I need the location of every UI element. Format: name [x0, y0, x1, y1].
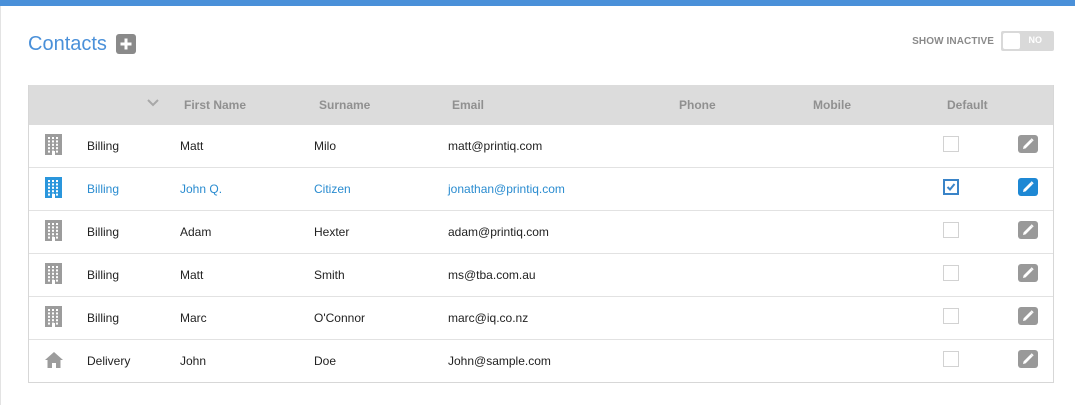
building-icon	[45, 177, 62, 201]
table-header: First Name Surname Email Phone Mobile De…	[29, 85, 1053, 125]
contact-type: Billing	[87, 268, 120, 282]
column-header-email[interactable]: Email	[452, 98, 484, 112]
edit-button[interactable]	[1018, 264, 1038, 282]
column-header-mobile[interactable]: Mobile	[813, 98, 851, 112]
toggle-knob	[1003, 33, 1020, 49]
chevron-down-icon[interactable]	[147, 99, 159, 107]
email: ms@tba.com.au	[448, 268, 536, 282]
table-row[interactable]: Billing Adam Hexter adam@printiq.com	[29, 210, 1053, 253]
table-row[interactable]: Billing Marc O'Connor marc@iq.co.nz	[29, 296, 1053, 339]
building-icon	[45, 306, 62, 330]
default-checkbox[interactable]	[943, 351, 959, 367]
column-header-surname[interactable]: Surname	[319, 98, 370, 112]
surname: Smith	[314, 268, 345, 282]
top-accent-bar	[0, 0, 1075, 6]
pencil-icon	[1022, 181, 1034, 193]
surname: Citizen	[314, 182, 351, 196]
left-border	[0, 6, 1, 405]
pencil-icon	[1022, 353, 1034, 365]
email: matt@printiq.com	[448, 139, 543, 153]
column-header-default[interactable]: Default	[947, 98, 988, 112]
edit-button[interactable]	[1018, 135, 1038, 153]
table-body: Billing Matt Milo matt@printiq.com Billing Jo…	[29, 125, 1053, 382]
show-inactive-toggle[interactable]: NO	[1001, 31, 1054, 51]
default-checkbox[interactable]	[943, 222, 959, 238]
pencil-icon	[1022, 224, 1034, 236]
edit-button[interactable]	[1018, 178, 1038, 196]
pencil-icon	[1022, 310, 1034, 322]
contact-type: Billing	[87, 311, 120, 325]
building-icon	[45, 134, 62, 158]
email: marc@iq.co.nz	[448, 311, 529, 325]
show-inactive-label: SHOW INACTIVE	[912, 35, 994, 47]
edit-button[interactable]	[1018, 307, 1038, 325]
first-name: Matt	[180, 268, 204, 282]
surname: Doe	[314, 354, 337, 368]
pencil-icon	[1022, 138, 1034, 150]
page-header: Contacts	[28, 32, 136, 56]
email: jonathan@printiq.com	[448, 182, 565, 196]
contacts-table: First Name Surname Email Phone Mobile De…	[28, 85, 1054, 383]
default-checkbox[interactable]	[943, 265, 959, 281]
home-icon	[44, 351, 64, 372]
contact-type: Billing	[87, 139, 120, 153]
contact-type: Billing	[87, 225, 120, 239]
pencil-icon	[1022, 267, 1034, 279]
first-name: John Q.	[180, 182, 223, 196]
add-contact-button[interactable]	[115, 34, 136, 54]
show-inactive-control: SHOW INACTIVE NO	[912, 31, 1054, 51]
first-name: Matt	[180, 139, 204, 153]
table-row[interactable]: Billing Matt Milo matt@printiq.com	[29, 125, 1053, 167]
table-row[interactable]: Billing Matt Smith ms@tba.com.au	[29, 253, 1053, 296]
email: John@sample.com	[448, 354, 551, 368]
table-row[interactable]: Billing John Q. Citizen jonathan@printiq.co…	[29, 167, 1053, 210]
surname: Milo	[314, 139, 337, 153]
column-header-phone[interactable]: Phone	[679, 98, 716, 112]
first-name: Adam	[180, 225, 212, 239]
email: adam@printiq.com	[448, 225, 549, 239]
surname: O'Connor	[314, 311, 365, 325]
default-checkbox[interactable]	[943, 136, 959, 152]
building-icon	[45, 263, 62, 287]
contact-type: Billing	[87, 182, 120, 196]
first-name: Marc	[180, 311, 207, 325]
table-row[interactable]: Delivery John Doe John@sample.com	[29, 339, 1053, 382]
default-checkbox[interactable]	[943, 179, 959, 195]
toggle-state-text: NO	[1028, 35, 1043, 45]
building-icon	[45, 220, 62, 244]
edit-button[interactable]	[1018, 350, 1038, 368]
page-title: Contacts	[28, 33, 107, 55]
plus-icon	[120, 38, 132, 50]
edit-button[interactable]	[1018, 221, 1038, 239]
default-checkbox[interactable]	[943, 308, 959, 324]
first-name: John	[180, 354, 207, 368]
column-header-first-name[interactable]: First Name	[184, 98, 246, 112]
contact-type: Delivery	[87, 354, 131, 368]
surname: Hexter	[314, 225, 350, 239]
